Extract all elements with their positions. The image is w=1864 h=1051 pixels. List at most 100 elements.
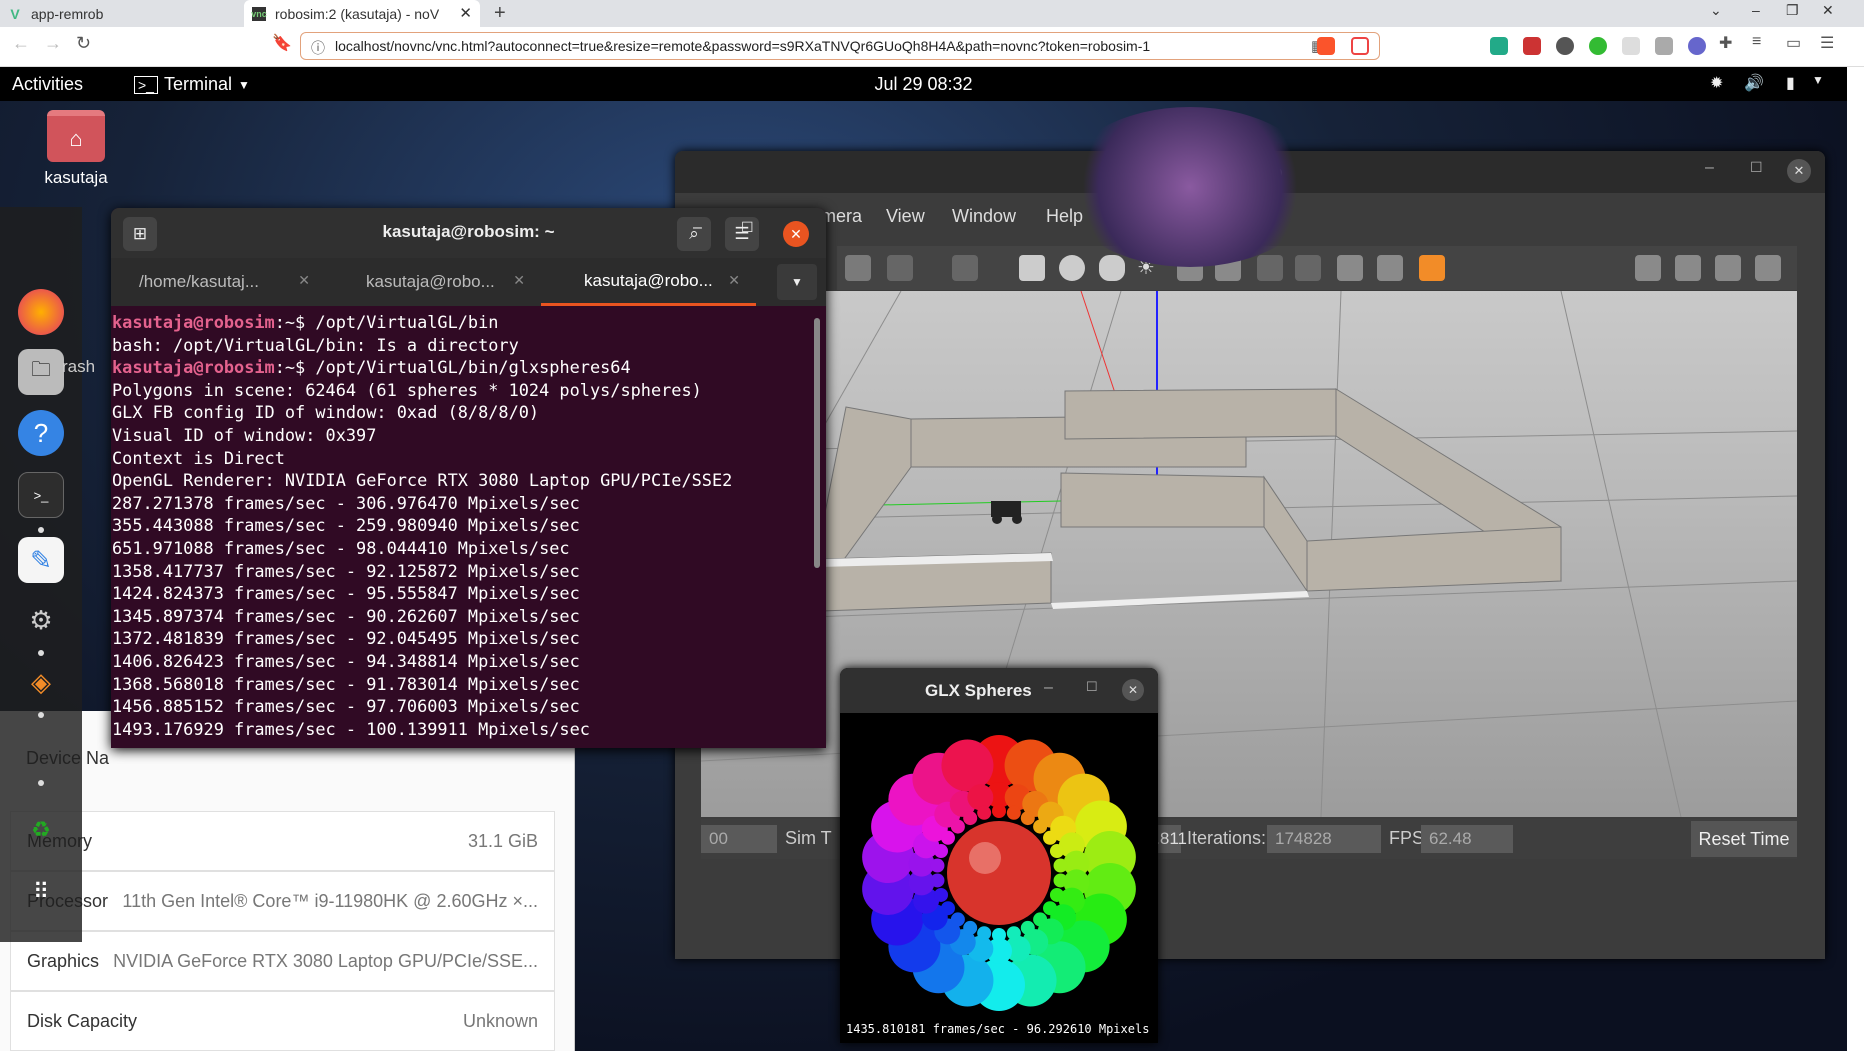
close-window-icon[interactable]: ✕ (1822, 2, 1834, 19)
spot-light-icon[interactable] (1177, 255, 1203, 281)
terminal-line: 1493.176929 frames/sec - 100.139911 Mpix… (112, 718, 816, 741)
menu-icon[interactable]: ☰ (1820, 33, 1834, 53)
directional-light-icon[interactable] (1215, 255, 1241, 281)
fullscreen-icon[interactable] (845, 255, 871, 281)
extension-icon[interactable] (1523, 37, 1541, 55)
brave-shield-icon[interactable] (1317, 37, 1335, 55)
maximize-icon[interactable]: ☐ (1750, 159, 1763, 176)
terminal-title: kasutaja@robosim: ~ (382, 222, 555, 241)
maximize-icon[interactable]: ☐ (1086, 679, 1098, 695)
info-icon[interactable]: ⓘ (311, 38, 325, 58)
desktop-home-folder[interactable]: ⌂ kasutaja (38, 110, 114, 200)
extension-icon[interactable] (1589, 37, 1607, 55)
close-tab-icon[interactable]: ✕ (459, 4, 472, 22)
files-icon[interactable]: 🗀 (18, 349, 64, 395)
system-menu-icon[interactable]: ▼ (1812, 73, 1824, 87)
extension-icon[interactable] (1655, 37, 1673, 55)
sphere-icon[interactable] (1059, 255, 1085, 281)
point-light-icon[interactable]: ☀ (1137, 255, 1163, 281)
video-icon[interactable] (1755, 255, 1781, 281)
sphere (1033, 912, 1048, 927)
trash-icon[interactable]: ♻ (18, 807, 64, 853)
minimize-icon[interactable]: – (1752, 2, 1760, 18)
box-icon[interactable] (1019, 255, 1045, 281)
maximize-icon[interactable]: ☐ (741, 219, 754, 236)
close-icon[interactable]: ✕ (783, 221, 809, 247)
terminal-tab-2[interactable]: kasutaja@robo... ✕ (326, 258, 541, 306)
close-tab-icon[interactable]: ✕ (728, 272, 740, 289)
sphere (934, 844, 949, 859)
back-icon[interactable]: ← (12, 33, 30, 54)
bookmark-icon[interactable]: 🔖 (272, 33, 292, 53)
firefox-icon[interactable] (18, 289, 64, 335)
copy-icon[interactable] (1257, 255, 1283, 281)
menu-camera[interactable]: mera (821, 206, 862, 227)
wallet-icon[interactable]: ▭ (1786, 33, 1801, 53)
undo-icon[interactable] (887, 255, 913, 281)
browser-tab-app-remrob[interactable]: V app-remrob (0, 0, 242, 27)
minimize-icon[interactable]: – (693, 219, 702, 237)
brave-rewards-icon[interactable] (1351, 37, 1369, 55)
close-tab-icon[interactable]: ✕ (513, 272, 525, 289)
sphere (934, 887, 949, 902)
sphere (992, 928, 1006, 942)
line-text: 651.971088 frames/sec - 98.044410 Mpixel… (112, 537, 570, 558)
terminal-tab-3[interactable]: kasutaja@robo... ✕ (541, 258, 756, 306)
text-editor-icon[interactable]: ✎ (18, 537, 64, 583)
glx-titlebar[interactable]: GLX Spheres – ☐ ✕ (840, 668, 1158, 713)
puzzle-icon[interactable]: ✚ (1719, 33, 1732, 53)
log-icon[interactable] (1675, 255, 1701, 281)
minimize-icon[interactable]: – (1705, 159, 1714, 177)
close-tab-icon[interactable]: ✕ (298, 272, 310, 289)
align-icon[interactable] (1337, 255, 1363, 281)
app-grid-icon[interactable]: ⠿ (18, 869, 64, 915)
terminal-icon[interactable]: >_ (18, 472, 64, 518)
menu-view[interactable]: View (886, 206, 925, 227)
sphere (930, 858, 945, 873)
cylinder-icon[interactable] (1099, 255, 1125, 281)
color-icon[interactable] (1419, 255, 1445, 281)
tab-search-icon[interactable]: ⌄ (1710, 2, 1722, 19)
running-indicator (38, 712, 44, 718)
browser-tab-robosim[interactable]: vnc robosim:2 (kasutaja) - noV ✕ (244, 0, 480, 27)
close-icon[interactable]: ✕ (1122, 679, 1144, 701)
terminal-output[interactable]: kasutaja@robosim:~$ /opt/VirtualGL/bin ba… (111, 308, 816, 748)
plot-icon[interactable] (1715, 255, 1741, 281)
playlist-icon[interactable]: ≡ (1752, 33, 1761, 51)
gazebo-icon[interactable]: ◈ (18, 659, 64, 705)
help-icon[interactable]: ? (18, 410, 64, 456)
line-text: 355.443088 frames/sec - 259.980940 Mpixe… (112, 515, 580, 536)
terminal-tabs: /home/kasutaj... ✕ kasutaja@robo... ✕ kasu… (111, 258, 826, 306)
gazebo-titlebar[interactable]: Gazebo (675, 151, 1825, 193)
brightness-icon[interactable]: ✹ (1710, 73, 1723, 93)
snap-icon[interactable] (1377, 255, 1403, 281)
paste-icon[interactable] (1295, 255, 1321, 281)
terminal-scrollbar[interactable] (814, 318, 820, 568)
extension-icon[interactable] (1688, 37, 1706, 55)
menu-window[interactable]: Window (952, 206, 1016, 227)
terminal-headerbar[interactable]: ⊞ kasutaja@robosim: ~ ⌕ ☰ (111, 208, 826, 258)
terminal-tab-1[interactable]: /home/kasutaj... ✕ (111, 258, 326, 306)
settings-gear-icon[interactable]: ⚙ (18, 597, 64, 643)
volume-icon[interactable]: 🔊 (1744, 73, 1764, 93)
redo-icon[interactable] (952, 255, 978, 281)
clock[interactable]: Jul 29 08:32 (0, 74, 1847, 95)
screenshot-icon[interactable] (1635, 255, 1661, 281)
reset-time-button[interactable]: Reset Time (1691, 821, 1797, 857)
restore-icon[interactable]: ❐ (1786, 2, 1799, 19)
battery-icon[interactable]: ▮ (1786, 73, 1795, 93)
glx-fps-readout: 1435.810181 frames/sec - 96.292610 Mpixe… (846, 1022, 1150, 1036)
tab-list-dropdown-icon[interactable]: ▼ (777, 264, 817, 300)
menu-help[interactable]: Help (1046, 206, 1083, 227)
extension-icon[interactable] (1622, 37, 1640, 55)
extension-icon[interactable] (1556, 37, 1574, 55)
close-icon[interactable]: ✕ (1787, 159, 1811, 183)
minimize-icon[interactable]: – (1044, 679, 1053, 697)
tab-title: app-remrob (31, 5, 104, 22)
sphere (992, 804, 1006, 818)
forward-icon[interactable]: → (44, 33, 62, 54)
extension-icon[interactable] (1490, 37, 1508, 55)
address-bar[interactable]: ⓘ localhost/novnc/vnc.html?autoconnect=t… (300, 32, 1380, 60)
new-tab-icon[interactable]: + (494, 2, 506, 25)
reload-icon[interactable]: ↻ (76, 33, 91, 54)
